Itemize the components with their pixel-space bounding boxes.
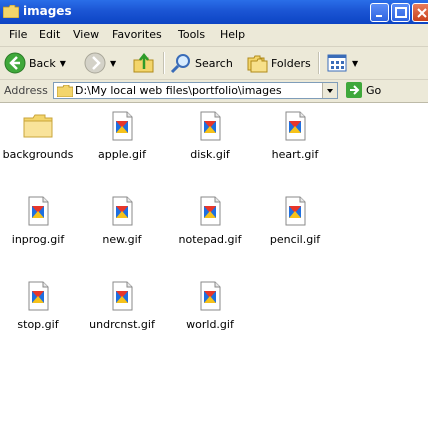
address-bar: Address D:\My local web files\portfolio\… <box>0 80 428 103</box>
folder-item[interactable]: backgrounds <box>0 109 78 161</box>
minimize-button[interactable] <box>370 3 389 22</box>
back-arrow-icon <box>4 52 26 74</box>
file-item[interactable]: apple.gif <box>82 109 162 161</box>
gif-file-icon <box>193 194 227 228</box>
minimize-icon <box>376 15 382 17</box>
file-name: stop.gif <box>17 318 59 331</box>
file-name: world.gif <box>186 318 234 331</box>
toolbar: Back ▼ ▼ Search Folders ▼ <box>0 47 428 80</box>
window-title: images <box>23 4 72 18</box>
menu-bar: File Edit View Favorites Tools Help <box>0 24 428 69</box>
file-item[interactable]: heart.gif <box>255 109 335 161</box>
address-value: D:\My local web files\portfolio\images <box>75 84 282 97</box>
menu-file[interactable]: File <box>9 28 27 41</box>
file-name: heart.gif <box>271 148 319 161</box>
file-item[interactable]: world.gif <box>170 279 250 331</box>
chevron-down-icon[interactable]: ▼ <box>352 59 358 68</box>
file-list: backgrounds apple.gif disk.gif heart.gif inp… <box>0 103 428 423</box>
toolbar-separator <box>318 52 320 74</box>
file-name: backgrounds <box>2 148 74 161</box>
file-name: undrcnst.gif <box>89 318 155 331</box>
menu-tools[interactable]: Tools <box>178 28 205 41</box>
go-button[interactable]: Go <box>346 82 381 98</box>
folder-icon <box>57 85 73 97</box>
go-label: Go <box>366 83 382 97</box>
folders-icon <box>247 55 268 73</box>
address-label: Address <box>4 84 48 97</box>
file-name: notepad.gif <box>178 233 242 246</box>
file-item[interactable]: new.gif <box>82 194 162 246</box>
file-name: apple.gif <box>98 148 146 161</box>
chevron-down-icon[interactable]: ▼ <box>60 59 66 68</box>
toolbar-separator <box>163 52 165 74</box>
gif-file-icon <box>193 279 227 313</box>
maximize-icon <box>395 7 407 18</box>
gif-file-icon <box>278 194 312 228</box>
back-label: Back <box>29 56 56 70</box>
gif-file-icon <box>105 194 139 228</box>
search-label: Search <box>195 56 233 70</box>
file-name: new.gif <box>102 233 142 246</box>
up-folder-button[interactable] <box>133 51 155 75</box>
close-icon <box>417 8 427 18</box>
folders-button[interactable]: Folders <box>246 51 311 75</box>
gif-file-icon <box>21 279 55 313</box>
search-icon <box>170 54 190 74</box>
maximize-button[interactable] <box>391 3 410 22</box>
gif-file-icon <box>278 109 312 143</box>
views-button[interactable]: ▼ <box>326 51 358 75</box>
chevron-down-icon[interactable]: ▼ <box>110 59 116 68</box>
menu-edit[interactable]: Edit <box>39 28 60 41</box>
views-icon <box>327 54 347 72</box>
close-button[interactable] <box>412 3 428 22</box>
file-item[interactable]: pencil.gif <box>255 194 335 246</box>
forward-arrow-icon <box>84 52 106 74</box>
address-input[interactable]: D:\My local web files\portfolio\images <box>53 82 338 99</box>
go-arrow-icon <box>346 82 362 98</box>
search-button[interactable]: Search <box>170 51 233 75</box>
gif-file-icon <box>21 194 55 228</box>
gif-file-icon <box>193 109 227 143</box>
file-item[interactable]: disk.gif <box>170 109 250 161</box>
file-item[interactable]: notepad.gif <box>170 194 250 246</box>
file-item[interactable]: stop.gif <box>0 279 78 331</box>
menu-view[interactable]: View <box>73 28 99 41</box>
gif-file-icon <box>105 279 139 313</box>
folders-label: Folders <box>271 56 311 70</box>
gif-file-icon <box>105 109 139 143</box>
file-item[interactable]: inprog.gif <box>0 194 78 246</box>
file-name: pencil.gif <box>269 233 321 246</box>
menu-help[interactable]: Help <box>220 28 245 41</box>
file-item[interactable]: undrcnst.gif <box>82 279 162 331</box>
back-button[interactable]: Back ▼ <box>4 51 66 75</box>
file-name: inprog.gif <box>11 233 65 246</box>
title-bar[interactable]: images <box>0 0 428 24</box>
address-dropdown-button[interactable] <box>322 83 337 98</box>
folder-icon <box>3 5 19 18</box>
forward-button[interactable]: ▼ <box>84 51 116 75</box>
menu-favorites[interactable]: Favorites <box>112 28 162 41</box>
file-name: disk.gif <box>190 148 230 161</box>
up-folder-icon <box>133 52 154 73</box>
folder-icon <box>21 109 55 143</box>
